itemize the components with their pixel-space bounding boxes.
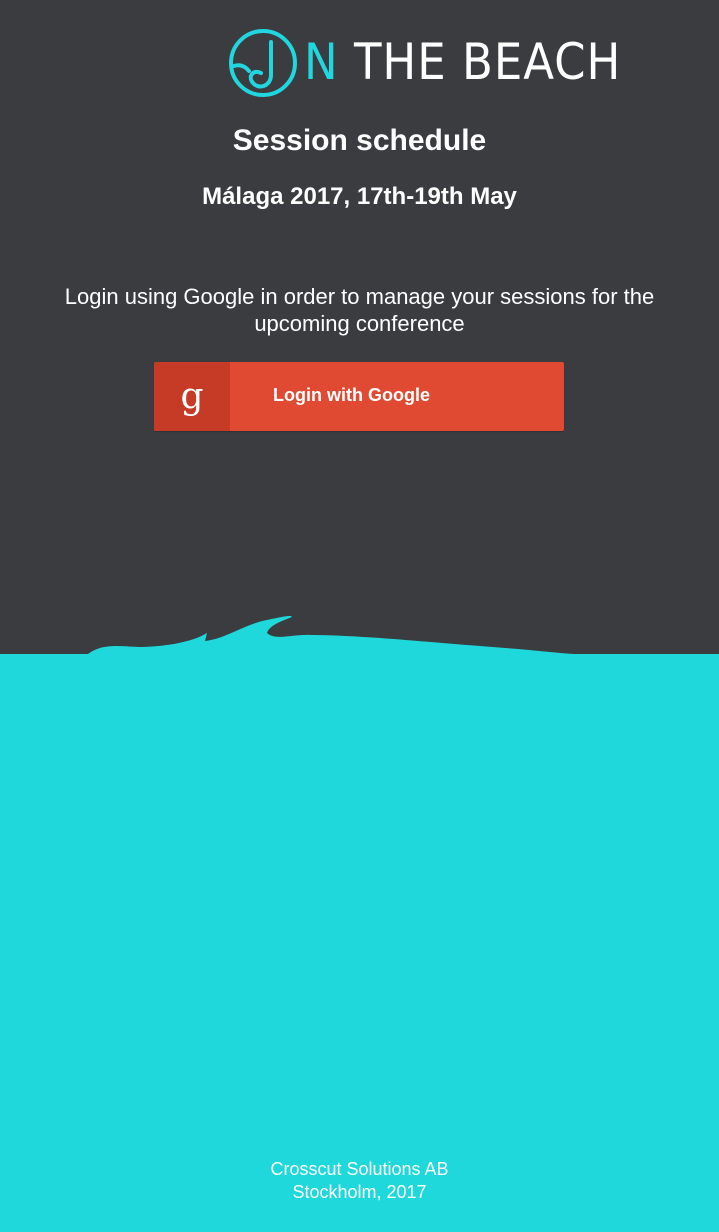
on-the-beach-logo: N THE BEACH [228,28,620,100]
google-g-icon: g [154,362,230,431]
login-instruction-text: Login using Google in order to manage yo… [64,284,655,336]
logo-wave-circle-icon [229,29,297,97]
login-with-google-button[interactable]: g Login with Google [154,362,564,431]
login-page: N THE BEACH Session schedule Málaga 2017… [0,0,719,1232]
footer-location-year: Stockholm, 2017 [292,1182,427,1202]
google-login-label: Login with Google [273,385,430,405]
teal-footer-section [0,654,719,1232]
page-title: Session schedule [232,124,487,157]
dark-header-section: N THE BEACH Session schedule Málaga 2017… [0,0,719,654]
event-subtitle: Málaga 2017, 17th-19th May [202,183,517,210]
logo-wordmark: N THE BEACH [304,34,621,90]
logo-the-beach-text: THE BEACH [353,33,622,91]
footer-company: Crosscut Solutions AB [270,1159,449,1179]
wave-shape [88,616,574,659]
logo-letter-n: N [304,33,339,91]
